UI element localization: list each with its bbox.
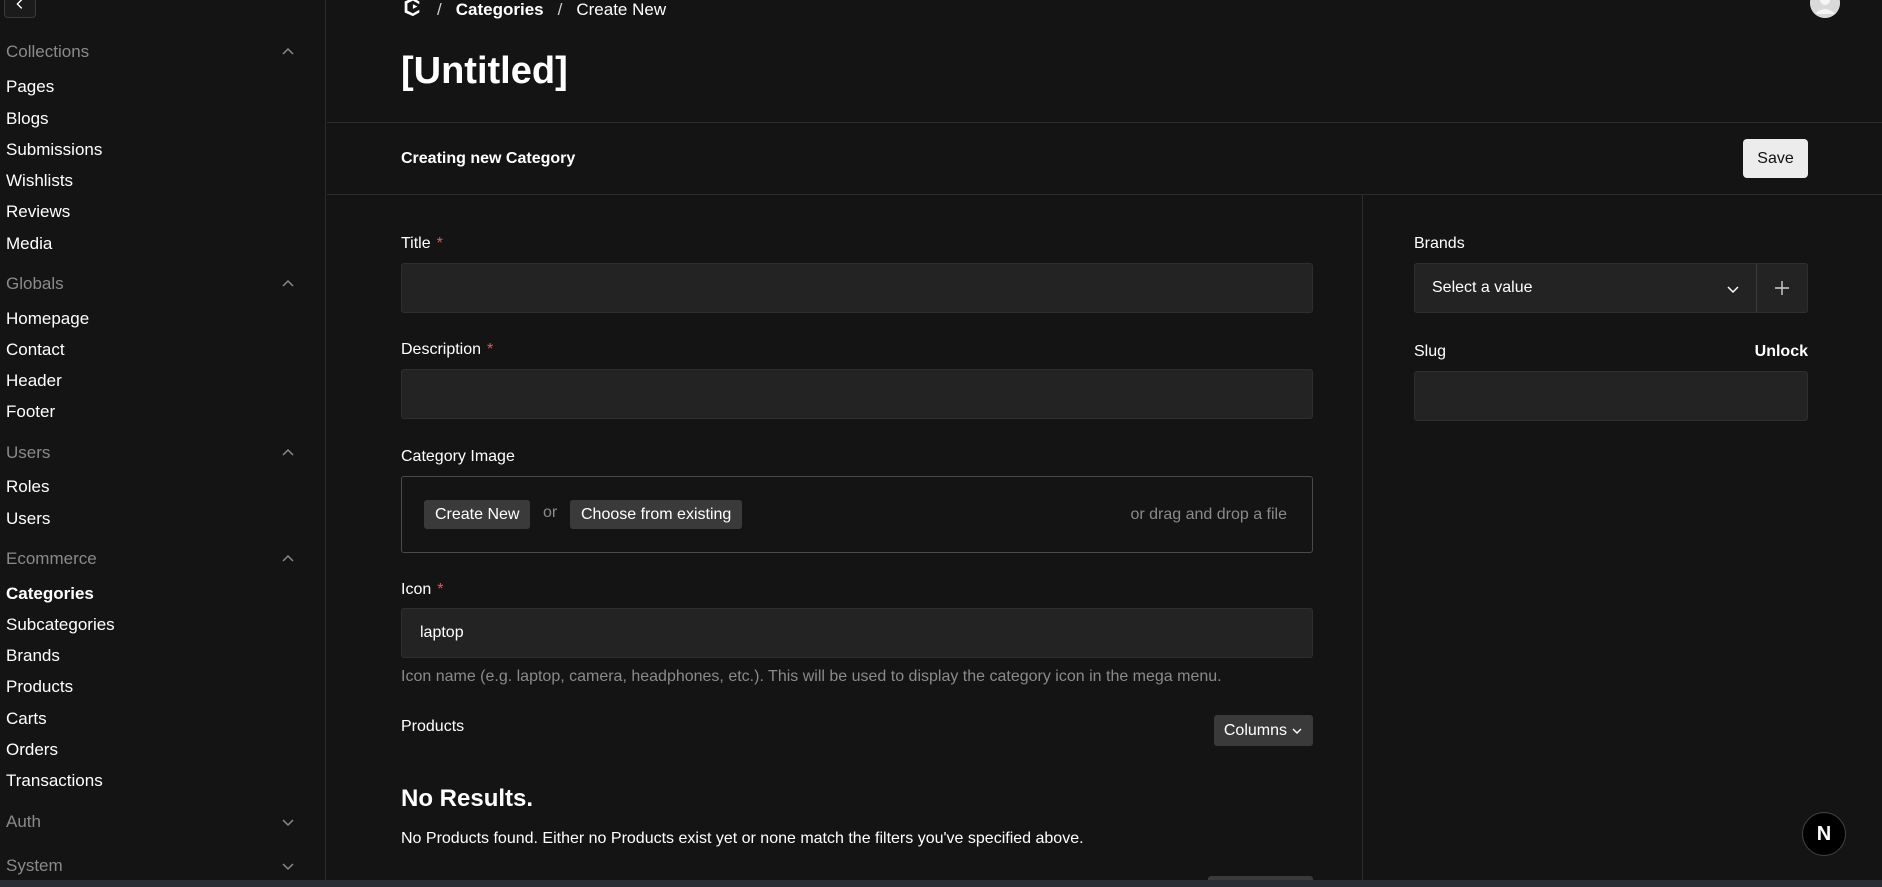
slug-input[interactable]	[1414, 371, 1808, 421]
breadcrumb-create-new: Create New	[576, 0, 667, 19]
title-input[interactable]	[401, 263, 1313, 313]
sidebar-item-wishlists[interactable]: Wishlists	[6, 171, 73, 191]
chevron-up-icon	[282, 554, 294, 562]
title-label: Title *	[401, 235, 443, 252]
brands-label: Brands	[1414, 235, 1465, 252]
products-label: Products	[401, 718, 465, 735]
sidebar-item-roles[interactable]: Roles	[6, 477, 49, 497]
drag-drop-text: or drag and drop a file	[1130, 506, 1287, 523]
column-divider	[1362, 195, 1363, 880]
sidebar-item-orders[interactable]: Orders	[6, 740, 58, 760]
choose-existing-button[interactable]: Choose from existing	[570, 500, 743, 529]
sidebar-item-header[interactable]: Header	[6, 371, 62, 391]
nav-group-auth[interactable]: Auth	[6, 812, 296, 832]
chevron-down-icon	[1727, 286, 1739, 294]
columns-button[interactable]: Columns	[1213, 715, 1313, 746]
home-logo-link[interactable]	[401, 0, 423, 23]
nav-group-ecommerce[interactable]: Ecommerce	[6, 549, 296, 569]
sidebar-item-pages[interactable]: Pages	[6, 77, 54, 97]
chevron-up-icon	[282, 47, 294, 55]
main-content: / Categories / Create New [Untitled] Cre…	[327, 0, 1882, 886]
back-button[interactable]	[4, 0, 36, 18]
brands-select[interactable]: Select a value	[1414, 263, 1808, 313]
breadcrumb-separator: /	[437, 0, 442, 19]
sidebar: Collections Pages Blogs Submissions Wish…	[0, 0, 326, 880]
nav-group-collections[interactable]: Collections	[6, 42, 296, 62]
nav-group-system[interactable]: System	[6, 856, 296, 876]
no-results-text: No Products found. Either no Products ex…	[401, 830, 1084, 847]
bottom-bar	[0, 880, 1882, 887]
breadcrumb-separator: /	[557, 0, 563, 19]
or-text: or	[543, 504, 558, 521]
required-marker: *	[436, 235, 443, 252]
select-divider	[1756, 264, 1757, 312]
nav-group-globals[interactable]: Globals	[6, 274, 296, 294]
avatar[interactable]	[1810, 0, 1840, 18]
chevron-down-icon	[282, 819, 294, 827]
sidebar-item-subcategories[interactable]: Subcategories	[6, 615, 115, 635]
sidebar-item-footer[interactable]: Footer	[6, 402, 55, 422]
nextjs-badge[interactable]: N	[1802, 812, 1846, 856]
slug-label: Slug	[1414, 343, 1447, 360]
description-label: Description *	[401, 341, 494, 358]
brands-select-value: Select a value	[1432, 279, 1533, 296]
category-image-upload[interactable]: Create New or Choose from existing or dr…	[401, 476, 1313, 553]
sidebar-item-contact[interactable]: Contact	[6, 340, 65, 360]
chevron-up-icon	[282, 448, 294, 456]
create-new-button[interactable]: Create New	[424, 500, 531, 529]
sidebar-item-brands[interactable]: Brands	[6, 646, 60, 666]
chevron-up-icon	[282, 279, 294, 287]
user-avatar-icon	[1810, 0, 1840, 18]
required-marker: *	[437, 581, 444, 598]
document-status: Creating new Category	[401, 150, 576, 167]
breadcrumb-categories[interactable]: Categories	[456, 0, 544, 20]
sidebar-item-carts[interactable]: Carts	[6, 709, 47, 729]
icon-input[interactable]: laptop	[401, 608, 1313, 658]
sidebar-item-transactions[interactable]: Transactions	[6, 771, 103, 791]
page-title: [Untitled]	[401, 50, 568, 92]
description-input[interactable]	[401, 369, 1313, 419]
save-button[interactable]: Save	[1743, 139, 1808, 178]
sidebar-item-blogs[interactable]: Blogs	[6, 109, 49, 129]
chevron-down-icon	[1292, 728, 1302, 734]
chevron-left-icon	[16, 0, 23, 9]
plus-icon[interactable]	[1773, 279, 1791, 297]
slug-unlock-button[interactable]: Unlock	[1755, 343, 1808, 361]
nav-group-users[interactable]: Users	[6, 443, 296, 463]
icon-helper-text: Icon name (e.g. laptop, camera, headphon…	[401, 668, 1222, 685]
required-marker: *	[487, 341, 494, 358]
sidebar-item-reviews[interactable]: Reviews	[6, 202, 70, 222]
sidebar-item-media[interactable]: Media	[6, 234, 52, 254]
sidebar-item-submissions[interactable]: Submissions	[6, 140, 102, 160]
sidebar-item-products[interactable]: Products	[6, 677, 73, 697]
breadcrumb: / Categories / Create New	[401, 0, 666, 23]
sidebar-item-users[interactable]: Users	[6, 509, 50, 529]
sidebar-item-homepage[interactable]: Homepage	[6, 309, 89, 329]
document-toolbar: Creating new Category Save	[327, 122, 1882, 195]
logo-icon	[404, 0, 420, 17]
icon-label: Icon *	[401, 581, 444, 598]
category-image-label: Category Image	[401, 448, 515, 465]
sidebar-item-categories[interactable]: Categories	[6, 584, 94, 604]
chevron-down-icon	[282, 863, 294, 871]
no-results-title: No Results.	[401, 785, 534, 812]
